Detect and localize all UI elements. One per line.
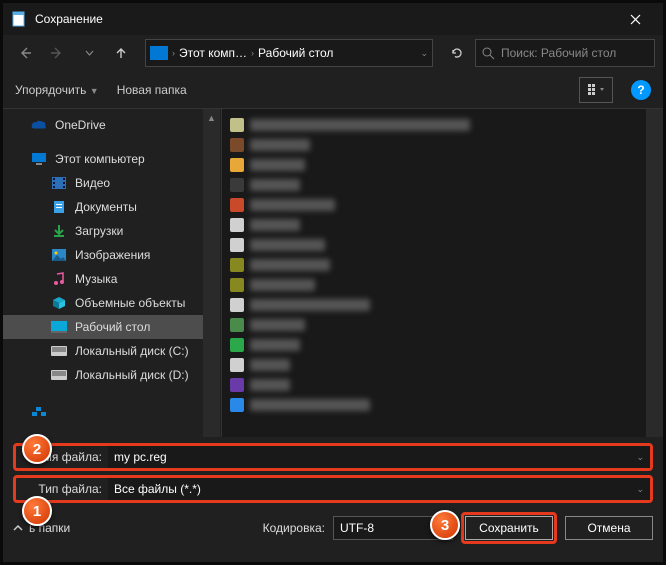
file-item[interactable] — [230, 355, 638, 375]
titlebar: Сохранение — [3, 3, 663, 35]
pc-icon — [150, 46, 168, 60]
desktop-icon — [51, 320, 67, 334]
arrow-up-icon — [114, 46, 128, 60]
up-button[interactable] — [107, 39, 135, 67]
breadcrumb[interactable]: › Этот комп… › Рабочий стол ⌄ — [145, 39, 433, 67]
chevron-right-icon: › — [172, 48, 175, 58]
save-button-highlight: Сохранить — [461, 512, 557, 544]
action-row: ь папки Кодировка: UTF-8 ⌄ Сохранить Отм… — [13, 511, 653, 545]
filetype-label: Тип файла: — [16, 482, 108, 496]
disk-icon — [51, 344, 67, 358]
file-item[interactable] — [230, 155, 638, 175]
navbar: › Этот комп… › Рабочий стол ⌄ Поиск: Раб… — [3, 35, 663, 71]
new-folder-button[interactable]: Новая папка — [117, 83, 187, 97]
breadcrumb-leaf[interactable]: Рабочий стол — [258, 46, 333, 60]
body: OneDrive Этот компьютер Видео Документы … — [3, 109, 663, 437]
file-item[interactable] — [230, 275, 638, 295]
view-button[interactable] — [579, 77, 613, 103]
refresh-button[interactable] — [443, 39, 471, 67]
window-title: Сохранение — [35, 12, 615, 26]
file-list[interactable] — [222, 109, 646, 437]
refresh-icon — [450, 46, 464, 60]
save-dialog-window: Сохранение › Этот комп… › Рабочий стол ⌄… — [0, 0, 666, 565]
cancel-button[interactable]: Отмена — [565, 516, 653, 540]
annotation-marker-3: 3 — [430, 510, 460, 540]
file-item[interactable] — [230, 235, 638, 255]
tree-3d-objects[interactable]: Объемные объекты — [3, 291, 203, 315]
tree-onedrive[interactable]: OneDrive — [3, 113, 203, 137]
file-item[interactable] — [230, 335, 638, 355]
sidebar-scrollbar[interactable]: ▲ — [203, 109, 220, 437]
file-item[interactable] — [230, 395, 638, 415]
close-icon — [630, 14, 641, 25]
video-icon — [51, 176, 67, 190]
annotation-marker-1: 1 — [22, 496, 52, 526]
documents-icon — [51, 200, 67, 214]
disk-icon — [51, 368, 67, 382]
filetype-row: Тип файла: Все файлы (*.*) ⌄ — [13, 475, 653, 503]
folder-tree: OneDrive Этот компьютер Видео Документы … — [3, 109, 203, 437]
organize-button[interactable]: Упорядочить ▼ — [15, 83, 99, 97]
tree-desktop[interactable]: Рабочий стол — [3, 315, 203, 339]
content-scrollbar[interactable] — [646, 109, 663, 437]
sidebar: OneDrive Этот компьютер Видео Документы … — [3, 109, 221, 437]
file-item[interactable] — [230, 295, 638, 315]
back-button[interactable] — [11, 39, 39, 67]
close-button[interactable] — [615, 5, 655, 33]
forward-button[interactable] — [43, 39, 71, 67]
file-item[interactable] — [230, 255, 638, 275]
downloads-icon — [51, 224, 67, 238]
arrow-left-icon — [18, 46, 32, 60]
view-grid-icon — [588, 84, 604, 96]
scroll-up-icon[interactable]: ▲ — [203, 109, 220, 126]
breadcrumb-root[interactable]: Этот комп… — [179, 46, 247, 60]
tree-videos[interactable]: Видео — [3, 171, 203, 195]
pc-icon — [31, 152, 47, 166]
help-button[interactable]: ? — [631, 80, 651, 100]
tree-music[interactable]: Музыка — [3, 267, 203, 291]
tree-documents[interactable]: Документы — [3, 195, 203, 219]
network-icon — [31, 406, 47, 420]
chevron-up-icon — [13, 523, 23, 533]
tree-network[interactable] — [3, 401, 203, 425]
onedrive-icon — [31, 118, 47, 132]
filename-input[interactable]: my pc.reg ⌄ — [108, 446, 650, 468]
encoding-label: Кодировка: — [263, 521, 325, 535]
file-item[interactable] — [230, 375, 638, 395]
3d-icon — [51, 296, 67, 310]
tree-pictures[interactable]: Изображения — [3, 243, 203, 267]
filetype-select[interactable]: Все файлы (*.*) ⌄ — [108, 478, 650, 500]
filename-row: Имя файла: my pc.reg ⌄ — [13, 443, 653, 471]
notepad-icon — [11, 11, 27, 27]
save-button[interactable]: Сохранить — [465, 516, 553, 540]
file-item[interactable] — [230, 135, 638, 155]
arrow-right-icon — [50, 46, 64, 60]
file-item[interactable] — [230, 175, 638, 195]
tree-disk-c[interactable]: Локальный диск (C:) — [3, 339, 203, 363]
recent-button[interactable] — [75, 39, 103, 67]
chevron-right-icon: › — [251, 48, 254, 58]
search-placeholder: Поиск: Рабочий стол — [501, 46, 616, 60]
annotation-marker-2: 2 — [22, 434, 52, 464]
file-item[interactable] — [230, 215, 638, 235]
chevron-down-icon[interactable]: ⌄ — [636, 484, 644, 495]
file-item[interactable] — [230, 115, 638, 135]
tree-this-pc[interactable]: Этот компьютер — [3, 147, 203, 171]
search-icon — [482, 47, 495, 60]
music-icon — [51, 272, 67, 286]
chevron-down-icon[interactable]: ⌄ — [636, 452, 644, 463]
file-item[interactable] — [230, 315, 638, 335]
file-list-panel — [221, 109, 663, 437]
search-input[interactable]: Поиск: Рабочий стол — [475, 39, 655, 67]
chevron-down-icon[interactable]: ⌄ — [420, 48, 428, 59]
toolbar: Упорядочить ▼ Новая папка ? — [3, 71, 663, 109]
bottom-panel: Имя файла: my pc.reg ⌄ Тип файла: Все фа… — [3, 437, 663, 555]
chevron-down-icon — [85, 49, 94, 58]
tree-disk-d[interactable]: Локальный диск (D:) — [3, 363, 203, 387]
tree-downloads[interactable]: Загрузки — [3, 219, 203, 243]
pictures-icon — [51, 248, 67, 262]
file-item[interactable] — [230, 195, 638, 215]
